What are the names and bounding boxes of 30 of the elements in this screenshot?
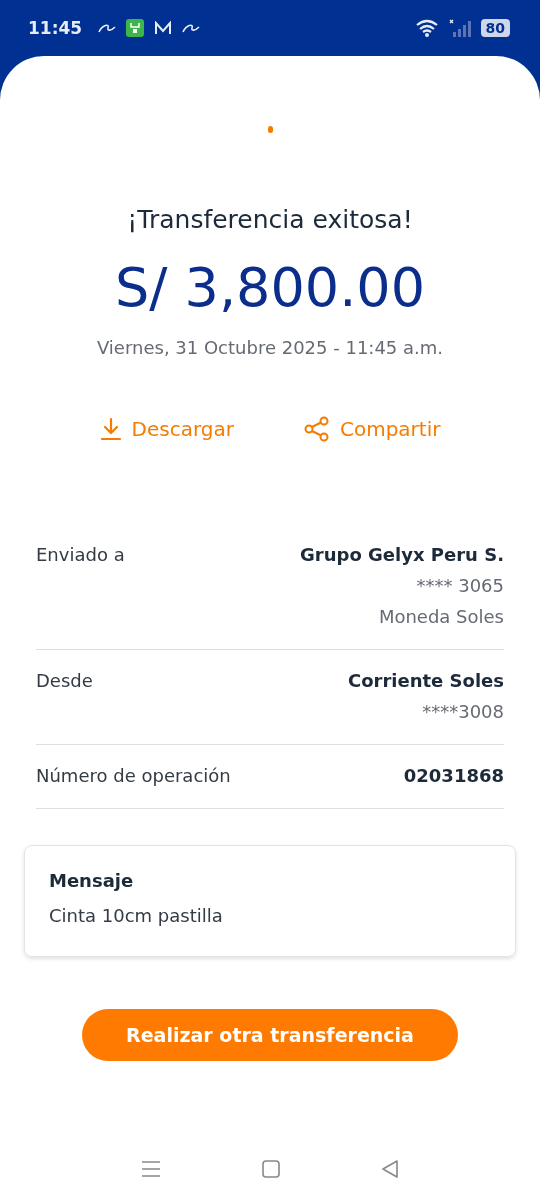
detail-label: Desde (36, 670, 93, 693)
detail-value: 02031868 (403, 765, 504, 786)
menu-icon[interactable] (140, 1160, 161, 1178)
transfer-date: Viernes, 31 Octubre 2025 - 11:45 a.m. (96, 337, 444, 358)
mail-icon (154, 21, 173, 35)
share-icon (303, 416, 330, 442)
clock-time: 11:45 (28, 18, 83, 38)
battery-level: 80 (480, 19, 510, 37)
detail-value: Corriente Soles (347, 670, 504, 691)
notification-icon (98, 23, 117, 33)
detail-value: Moneda Soles (378, 606, 504, 627)
notification-icon (182, 23, 201, 33)
detail-value: ****3008 (422, 701, 504, 722)
detail-label: Número de operación (36, 765, 231, 786)
download-icon (99, 417, 122, 441)
message-text: Cinta 10cm pastilla (49, 905, 224, 926)
message-heading: Mensaje (49, 870, 135, 891)
wifi-icon (414, 19, 439, 37)
share-link[interactable]: Compartir (303, 416, 441, 442)
transfer-amount: S/ 3,800.00 (114, 256, 426, 319)
detail-value: **** 3065 (416, 575, 504, 596)
success-title: ¡Transferencia exitosa! (127, 205, 413, 234)
detail-value: Grupo Gelyx Peru S. (300, 544, 504, 565)
download-link[interactable]: Descargar (99, 416, 234, 442)
signal-icon (448, 19, 471, 37)
home-icon[interactable] (262, 1160, 280, 1178)
new-transfer-button[interactable]: Realizar otra transferencia (82, 1009, 458, 1061)
back-icon[interactable] (381, 1159, 400, 1179)
detail-label: Enviado a (36, 544, 125, 567)
app-icon (126, 19, 145, 37)
